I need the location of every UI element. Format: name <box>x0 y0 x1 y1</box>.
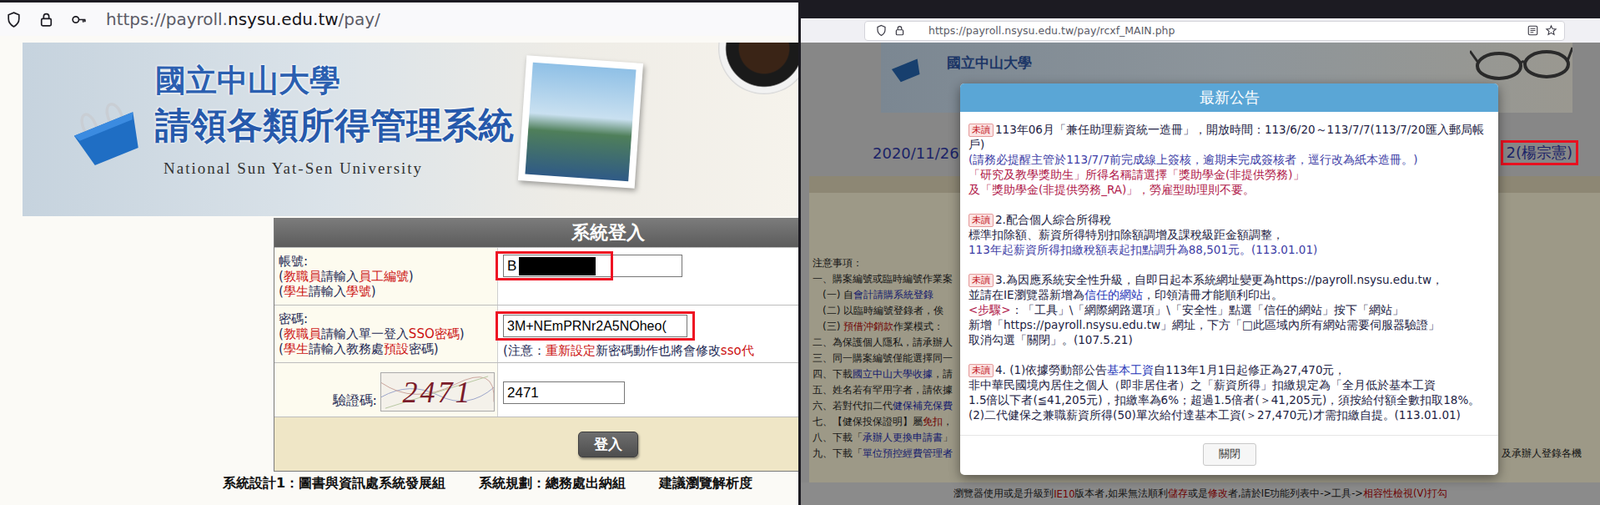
highlight-box <box>495 251 614 281</box>
close-button[interactable]: 關閉 <box>1202 442 1257 466</box>
login-title: 系統登入 <box>274 218 799 247</box>
notice-line: 八、下載「承辦人更換申請書」 <box>809 429 961 446</box>
announcement-item: 未讀4. (1)依據勞動部公告基本工資自113年1月1日起修正為27,470元，… <box>968 362 1490 423</box>
unread-badge: 未讀 <box>968 273 994 287</box>
login-page: 國立中山大學請領各類所得管理系統 National Sun Yat-Sen Uni… <box>0 35 799 505</box>
date-text: 2020/11/26 <box>872 144 960 162</box>
button-row: 登入 <box>274 416 799 471</box>
field-hint: (教職員請輸入員工編號) <box>278 268 494 284</box>
notice-line: (一) 自會計請購系統登錄 <box>809 286 961 303</box>
user-name: 2(楊宗憲) <box>1500 140 1580 166</box>
field-label: 驗證碼: <box>332 392 378 408</box>
credit-text: 建議瀏覽解析度 <box>659 474 753 493</box>
binder-clip-icon <box>60 96 153 168</box>
notice-line: 二、為保護個人隱私，請承辦人 <box>809 334 961 351</box>
lock-icon[interactable] <box>893 24 906 37</box>
notice-line: 及承辦人登錄各機 <box>1498 445 1600 462</box>
credits: 系統設計1：圖書與資訊處系統發展組 系統規劃：總務處出納組 建議瀏覽解析度 <box>222 474 799 493</box>
notice-line: 五、姓名若有罕用字者，請依據 <box>809 382 961 398</box>
login-browser-window: https://payroll.nsysu.edu.tw/pay/國立中山大學請… <box>0 0 799 505</box>
announcement-item: 未讀3.為因應系統安全性升級，自即日起本系統網址變更為https://payro… <box>968 271 1490 348</box>
url-field[interactable]: https://payroll.nsysu.edu.tw/pay/rcxf_MA… <box>864 20 1565 41</box>
glasses-picture-icon <box>1469 42 1573 83</box>
notice-line: 九、下載「單位預控經費管理者 <box>809 445 961 462</box>
login-button[interactable]: 登入 <box>578 431 639 458</box>
campus-photo <box>518 55 644 188</box>
notice-line: 六、若對代扣二代健保補充保費 <box>809 397 961 414</box>
banner-title: 國立中山大學 <box>946 53 1032 73</box>
banner-english-name: National Sun Yat-Sen University <box>163 159 514 178</box>
browser-notice: 瀏覽器使用或是升級到IE10版本者,如果無法順利儲存或是修改者,請於IE功能列表… <box>800 482 1600 505</box>
banner-title: 國立中山大學 <box>155 62 514 100</box>
field-hint: (學生請輸入教務處預設密碼) <box>278 341 494 357</box>
address-bar[interactable]: https://payroll.nsysu.edu.tw/pay/ <box>0 0 799 36</box>
field-hint: (學生請輸入學號) <box>278 283 494 299</box>
banner-subtitle: 請領各類所得管理系統 <box>155 102 514 150</box>
shield-icon[interactable] <box>875 24 888 37</box>
coffee-cup-picture <box>718 42 799 95</box>
notice-line: 注意事項： <box>809 255 961 272</box>
lock-icon[interactable] <box>37 10 56 29</box>
captcha-image: 2471 <box>380 372 495 412</box>
login-form: 系統登入帳號:(教職員請輸入員工編號)(學生請輸入學號)B密碼:(教職員請輸入單… <box>273 217 799 472</box>
notice-line: 四、下載國立中山大學收據，請 <box>809 366 961 383</box>
announcement-item: 未讀2.配合個人綜合所得稅標準扣除額、薪資所得特別扣除額調增及課稅級距金額調整，… <box>968 211 1490 257</box>
announcement-item: 未讀113年06月「兼任助理薪資統一造冊」，開放時間：113/6/20～113/… <box>968 121 1490 197</box>
field-value-cell: 2471 <box>498 362 799 417</box>
field-value-cell: 3M+NEmPRNr2A5NOheo( (注意：重新設定新密碼動作也將會修改sso… <box>498 305 799 363</box>
dialog-title: 最新公告 <box>960 83 1499 112</box>
field-label-cell: 驗證碼:2471 <box>274 362 499 417</box>
credit-text: 系統規劃：總務處出納組 <box>478 474 626 493</box>
unread-badge: 未讀 <box>968 213 994 227</box>
url-text[interactable]: https://payroll.nsysu.edu.tw/pay/ <box>105 9 381 30</box>
tab-strip <box>800 0 1600 19</box>
redaction-block <box>518 256 596 276</box>
notice-line: (二) 以臨時編號登錄者，俟 <box>809 302 961 319</box>
field-hint: (教職員請輸入單一登入SSO密碼) <box>278 326 494 342</box>
field-value-cell: B <box>498 247 799 305</box>
field-label: 密碼: <box>278 311 494 327</box>
text-input[interactable]: B <box>503 254 683 277</box>
form-row: 帳號:(教職員請輸入員工編號)(學生請輸入學號)B <box>274 246 799 305</box>
address-bar: https://payroll.nsysu.edu.tw/pay/rcxf_MA… <box>800 18 1600 43</box>
main-page: 國立中山大學 2020/11/26 2(楊宗憲) 注意事項：一、購案編號或臨時編號作業… <box>800 42 1600 505</box>
unread-badge: 未讀 <box>968 123 994 137</box>
notice-line: (三) 預借沖銷款作業模式： <box>809 318 961 335</box>
highlight-box <box>495 311 695 341</box>
shield-icon[interactable] <box>5 10 23 29</box>
field-label: 帳號: <box>278 253 494 269</box>
notice-line: 三、同一購案編號僅能選擇同一 <box>809 350 961 367</box>
form-row: 驗證碼:24712471 <box>274 362 799 417</box>
binder-clip-icon <box>885 50 926 85</box>
field-label-cell: 帳號:(教職員請輸入員工編號)(學生請輸入學號) <box>274 247 499 305</box>
key-icon[interactable] <box>70 10 88 29</box>
password-note: (注意：重新設定新密碼動作也將會修改sso代 <box>503 342 799 358</box>
unread-badge: 未讀 <box>968 363 994 378</box>
reader-view-icon[interactable] <box>1526 24 1540 37</box>
text-input[interactable]: 2471 <box>503 381 625 404</box>
credit-text: 系統設計1：圖書與資訊處系統發展組 <box>222 474 446 493</box>
text-input[interactable]: 3M+NEmPRNr2A5NOheo( <box>503 314 688 338</box>
notice-line: 七、【健保投保證明】屬免扣， <box>809 413 961 430</box>
form-row: 密碼:(教職員請輸入單一登入SSO密碼)(學生請輸入教務處預設密碼)3M+NEm… <box>274 304 799 363</box>
notice-line: 一、購案編號或臨時編號作業案 <box>809 271 961 287</box>
announcement-dialog: 最新公告未讀113年06月「兼任助理薪資統一造冊」，開放時間：113/6/20～… <box>960 83 1499 475</box>
star-icon[interactable] <box>1544 24 1558 37</box>
main-browser-window: https://payroll.nsysu.edu.tw/pay/rcxf_MA… <box>800 0 1600 505</box>
field-label-cell: 密碼:(教職員請輸入單一登入SSO密碼)(學生請輸入教務處預設密碼) <box>274 305 499 363</box>
banner: 國立中山大學請領各類所得管理系統 National Sun Yat-Sen Uni… <box>22 42 799 217</box>
screenshot: https://payroll.nsysu.edu.tw/pay/國立中山大學請… <box>0 0 1600 505</box>
